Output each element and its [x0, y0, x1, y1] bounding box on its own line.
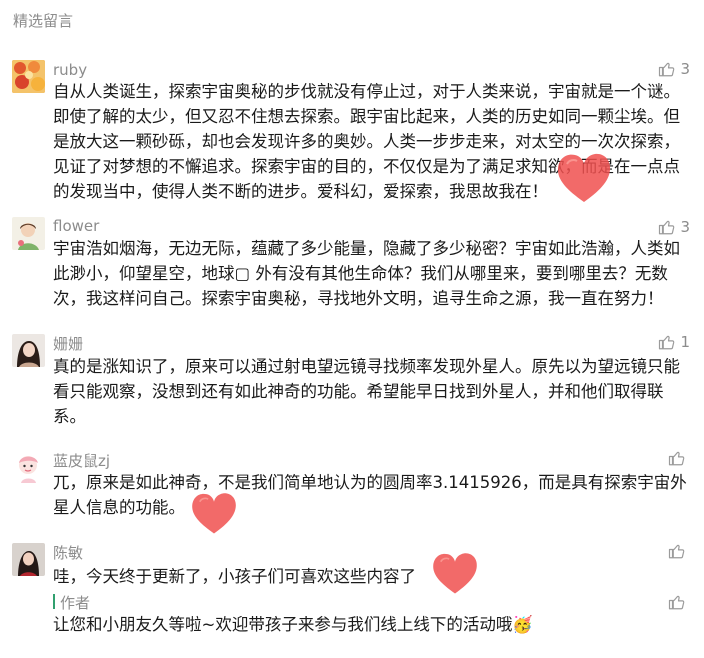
thumbs-up-icon [668, 451, 685, 466]
nickname[interactable]: 蓝皮鼠zj [53, 450, 110, 471]
heart-icon [557, 153, 611, 202]
like-button[interactable]: 1 [658, 333, 690, 351]
like-count: 3 [680, 218, 690, 236]
heart-icon [192, 493, 236, 534]
like-count: 3 [680, 60, 690, 78]
comment-text: 哇，今天终于更新了，小孩子们可喜欢这些内容了 [53, 567, 416, 586]
thumbs-up-icon [659, 335, 675, 350]
comment-text: 宇宙浩如烟海，无边无际，蕴藏了多少能量，隐藏了多少秘密？宇宙如此浩瀚，人类如此渺… [53, 239, 680, 308]
thumbs-up-icon [659, 220, 675, 235]
avatar[interactable] [12, 543, 45, 576]
comment-text: 兀，原来是如此神奇，不是我们简单地认为的圆周率3.1415926，而是具有探索宇… [53, 473, 687, 517]
like-button[interactable] [668, 449, 690, 467]
avatar[interactable] [12, 450, 45, 483]
nickname[interactable]: ruby [53, 61, 87, 79]
avatar[interactable] [12, 217, 45, 250]
like-button[interactable] [668, 542, 690, 560]
reply-like-button[interactable] [668, 593, 690, 611]
avatar[interactable] [12, 60, 45, 93]
section-title: 精选留言 [13, 12, 74, 30]
avatar[interactable] [12, 334, 45, 367]
like-count: 1 [680, 333, 690, 351]
nickname[interactable]: 姗姗 [53, 333, 83, 354]
comment-text: 真的是涨知识了，原来可以通过射电望远镜寻找频率发现外星人。原先以为望远镜只能看只… [53, 357, 680, 426]
nickname[interactable]: flower [53, 217, 99, 235]
thumbs-up-icon [659, 62, 675, 77]
heart-icon [433, 553, 477, 594]
thumbs-up-icon [668, 595, 685, 610]
thumbs-up-icon [668, 544, 685, 559]
reply-text: 让您和小朋友久等啦~欢迎带孩子来参与我们线上线下的活动哦🥳 [53, 615, 533, 634]
like-button[interactable]: 3 [658, 60, 690, 78]
reply-author: 作者 [60, 594, 91, 612]
reply-divider [53, 594, 55, 609]
like-button[interactable]: 3 [658, 218, 690, 236]
nickname[interactable]: 陈敏 [53, 542, 83, 563]
